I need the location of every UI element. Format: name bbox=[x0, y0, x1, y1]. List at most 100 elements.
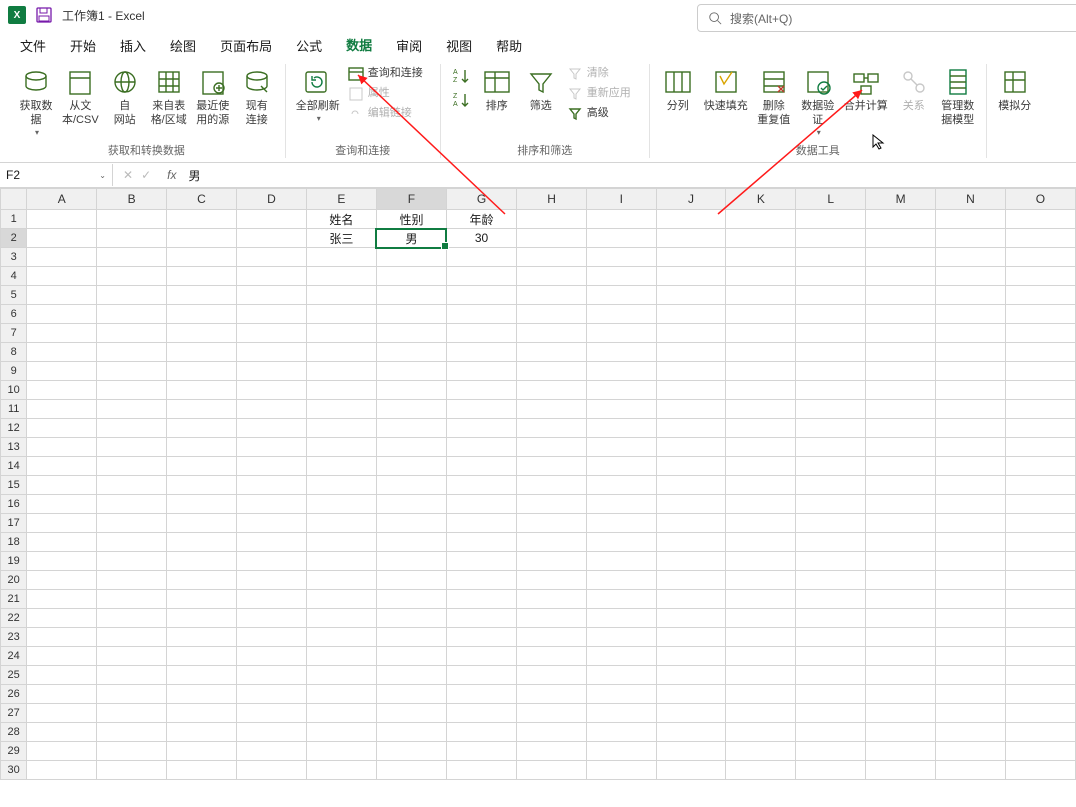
cell-K6[interactable] bbox=[726, 305, 796, 324]
row-header-8[interactable]: 8 bbox=[1, 343, 27, 362]
cmd-删除重复值[interactable]: 删除重复值 bbox=[752, 64, 796, 130]
cell-K21[interactable] bbox=[726, 590, 796, 609]
col-header-E[interactable]: E bbox=[306, 189, 376, 210]
cell-K20[interactable] bbox=[726, 571, 796, 590]
cell-O1[interactable] bbox=[1005, 210, 1075, 229]
cell-M29[interactable] bbox=[866, 742, 936, 761]
cell-N7[interactable] bbox=[936, 324, 1006, 343]
col-header-I[interactable]: I bbox=[587, 189, 657, 210]
cell-J17[interactable] bbox=[656, 514, 726, 533]
cell-H2[interactable] bbox=[517, 229, 587, 248]
cell-C19[interactable] bbox=[167, 552, 237, 571]
cell-O21[interactable] bbox=[1005, 590, 1075, 609]
cell-H17[interactable] bbox=[517, 514, 587, 533]
cell-O15[interactable] bbox=[1005, 476, 1075, 495]
cell-N28[interactable] bbox=[936, 723, 1006, 742]
cell-L10[interactable] bbox=[796, 381, 866, 400]
cell-B26[interactable] bbox=[97, 685, 167, 704]
cell-E13[interactable] bbox=[306, 438, 376, 457]
cell-M15[interactable] bbox=[866, 476, 936, 495]
cell-F6[interactable] bbox=[376, 305, 446, 324]
cmd-来自表格/区域[interactable]: 来自表格/区域 bbox=[147, 64, 191, 130]
cell-A9[interactable] bbox=[27, 362, 97, 381]
cell-M9[interactable] bbox=[866, 362, 936, 381]
cell-A13[interactable] bbox=[27, 438, 97, 457]
cell-L14[interactable] bbox=[796, 457, 866, 476]
cell-M2[interactable] bbox=[866, 229, 936, 248]
cell-K4[interactable] bbox=[726, 267, 796, 286]
col-header-J[interactable]: J bbox=[656, 189, 726, 210]
cell-L4[interactable] bbox=[796, 267, 866, 286]
cell-C6[interactable] bbox=[167, 305, 237, 324]
cell-K1[interactable] bbox=[726, 210, 796, 229]
cell-C27[interactable] bbox=[167, 704, 237, 723]
cell-O3[interactable] bbox=[1005, 248, 1075, 267]
name-box[interactable]: F2⌄ bbox=[0, 164, 113, 186]
cell-I22[interactable] bbox=[587, 609, 657, 628]
cell-K17[interactable] bbox=[726, 514, 796, 533]
cell-F16[interactable] bbox=[376, 495, 446, 514]
cell-N21[interactable] bbox=[936, 590, 1006, 609]
cell-B19[interactable] bbox=[97, 552, 167, 571]
cell-A14[interactable] bbox=[27, 457, 97, 476]
cell-F25[interactable] bbox=[376, 666, 446, 685]
cell-A16[interactable] bbox=[27, 495, 97, 514]
tab-插入[interactable]: 插入 bbox=[108, 30, 158, 61]
cell-L20[interactable] bbox=[796, 571, 866, 590]
cell-N13[interactable] bbox=[936, 438, 1006, 457]
cell-I21[interactable] bbox=[587, 590, 657, 609]
cmd-数据验证[interactable]: 数据验证▾ bbox=[796, 64, 840, 140]
cell-L19[interactable] bbox=[796, 552, 866, 571]
row-header-10[interactable]: 10 bbox=[1, 381, 27, 400]
cell-H4[interactable] bbox=[517, 267, 587, 286]
cell-A3[interactable] bbox=[27, 248, 97, 267]
cell-E20[interactable] bbox=[306, 571, 376, 590]
cell-G18[interactable] bbox=[446, 533, 516, 552]
row-header-5[interactable]: 5 bbox=[1, 286, 27, 305]
cell-D4[interactable] bbox=[236, 267, 306, 286]
cell-B20[interactable] bbox=[97, 571, 167, 590]
cell-O12[interactable] bbox=[1005, 419, 1075, 438]
cell-E12[interactable] bbox=[306, 419, 376, 438]
cell-F8[interactable] bbox=[376, 343, 446, 362]
cell-G12[interactable] bbox=[446, 419, 516, 438]
cell-K11[interactable] bbox=[726, 400, 796, 419]
cell-G22[interactable] bbox=[446, 609, 516, 628]
cell-J3[interactable] bbox=[656, 248, 726, 267]
cell-F19[interactable] bbox=[376, 552, 446, 571]
cell-M13[interactable] bbox=[866, 438, 936, 457]
cell-M28[interactable] bbox=[866, 723, 936, 742]
cell-D18[interactable] bbox=[236, 533, 306, 552]
cell-N3[interactable] bbox=[936, 248, 1006, 267]
cell-J6[interactable] bbox=[656, 305, 726, 324]
cell-M22[interactable] bbox=[866, 609, 936, 628]
cell-N26[interactable] bbox=[936, 685, 1006, 704]
cell-C4[interactable] bbox=[167, 267, 237, 286]
cell-L27[interactable] bbox=[796, 704, 866, 723]
cell-O19[interactable] bbox=[1005, 552, 1075, 571]
cell-L9[interactable] bbox=[796, 362, 866, 381]
cell-J12[interactable] bbox=[656, 419, 726, 438]
cell-L17[interactable] bbox=[796, 514, 866, 533]
filter-button[interactable]: 筛选 bbox=[519, 64, 563, 116]
cell-G27[interactable] bbox=[446, 704, 516, 723]
cell-G5[interactable] bbox=[446, 286, 516, 305]
cell-H19[interactable] bbox=[517, 552, 587, 571]
cell-E18[interactable] bbox=[306, 533, 376, 552]
cell-C28[interactable] bbox=[167, 723, 237, 742]
cell-G8[interactable] bbox=[446, 343, 516, 362]
search-box[interactable]: 搜索(Alt+Q) bbox=[697, 4, 1076, 32]
cell-M26[interactable] bbox=[866, 685, 936, 704]
cell-G28[interactable] bbox=[446, 723, 516, 742]
cell-J24[interactable] bbox=[656, 647, 726, 666]
cmd-最近使用的源[interactable]: 最近使用的源 bbox=[191, 64, 235, 130]
cell-H6[interactable] bbox=[517, 305, 587, 324]
queries-connections-button[interactable]: 查询和连接 bbox=[344, 64, 442, 84]
cell-E7[interactable] bbox=[306, 324, 376, 343]
cell-C3[interactable] bbox=[167, 248, 237, 267]
cell-H11[interactable] bbox=[517, 400, 587, 419]
cell-I25[interactable] bbox=[587, 666, 657, 685]
cell-K5[interactable] bbox=[726, 286, 796, 305]
cell-E4[interactable] bbox=[306, 267, 376, 286]
row-header-9[interactable]: 9 bbox=[1, 362, 27, 381]
